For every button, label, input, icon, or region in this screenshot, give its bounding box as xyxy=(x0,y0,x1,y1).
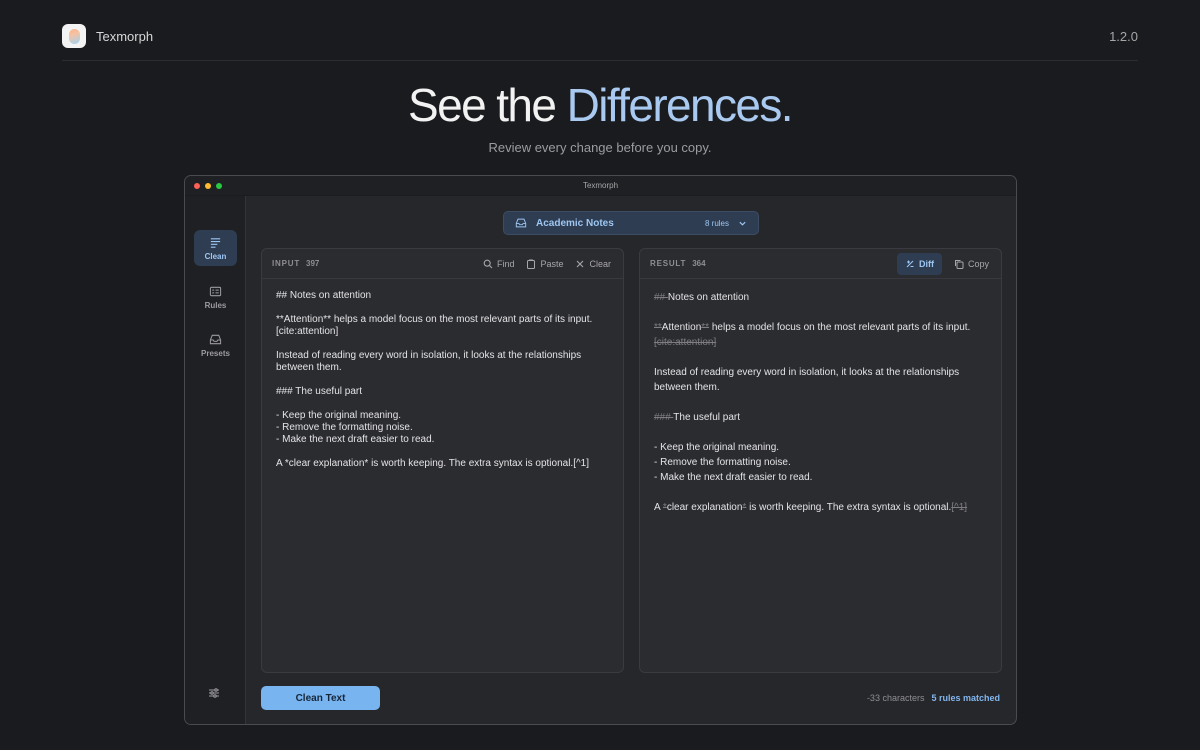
kept-text: Notes on attention xyxy=(667,292,750,303)
clean-text-button[interactable]: Clean Text xyxy=(261,686,380,710)
hero-subtitle: Review every change before you copy. xyxy=(488,140,712,155)
list-card-icon xyxy=(209,286,222,296)
kept-text: A xyxy=(654,502,663,513)
result-line: **Attention** helps a model focus on the… xyxy=(654,320,987,350)
result-line: ### The useful part xyxy=(654,410,987,425)
deleted-text: [^1] xyxy=(951,502,968,513)
deleted-text: ## xyxy=(654,292,668,303)
kept-text: is worth keeping. The extra syntax is op… xyxy=(746,502,952,513)
window-title: Texmorph xyxy=(582,181,619,190)
kept-text: Attention xyxy=(661,322,702,333)
text-lines-icon xyxy=(210,237,221,248)
diff-toggle-button[interactable]: Diff xyxy=(896,252,942,275)
char-diff-count: -33 characters xyxy=(866,693,925,703)
hero-title-accent: Differences. xyxy=(566,79,794,131)
sidebar-item-clean[interactable]: Clean xyxy=(194,230,237,266)
main-content: Academic Notes 8 rules INPUT 397 Find Pa… xyxy=(247,196,1016,724)
input-panel: INPUT 397 Find Paste Clear ## Notes on a… xyxy=(261,248,624,673)
clear-button[interactable]: Clear xyxy=(575,254,611,274)
version-label: 1.2.0 xyxy=(1109,28,1138,44)
input-line: **Attention** helps a model focus on the… xyxy=(276,314,593,337)
input-line: A *clear explanation* is worth keeping. … xyxy=(276,458,590,469)
preset-rule-count: 8 rules xyxy=(704,218,729,228)
copy-icon xyxy=(954,259,964,269)
kept-text: helps a model focus on the most relevant… xyxy=(709,322,971,333)
inbox-icon xyxy=(515,218,527,228)
sidebar: Clean Rules Presets xyxy=(185,196,246,724)
result-line: A *clear explanation* is worth keeping. … xyxy=(654,500,987,515)
app-window: Texmorph Clean Rules Presets Academic No… xyxy=(184,175,1017,725)
result-char-count: 364 xyxy=(692,259,706,268)
result-line: - Keep the original meaning. - Remove th… xyxy=(654,442,813,483)
brand[interactable]: Texmorph xyxy=(62,24,153,48)
rules-matched-link[interactable]: 5 rules matched xyxy=(931,693,1000,703)
find-button[interactable]: Find xyxy=(483,254,515,274)
input-textarea[interactable]: ## Notes on attention **Attention** help… xyxy=(262,279,623,493)
app-logo-icon xyxy=(62,24,86,48)
sidebar-item-label: Rules xyxy=(204,300,227,310)
input-line: - Keep the original meaning. - Remove th… xyxy=(276,410,435,445)
hero-title-plain: See the xyxy=(408,79,567,131)
result-panel-header: RESULT 364 Diff Copy xyxy=(640,249,1001,279)
sidebar-item-label: Presets xyxy=(201,348,230,358)
chevron-down-icon xyxy=(739,221,746,226)
brand-name: Texmorph xyxy=(96,28,154,44)
search-icon xyxy=(483,259,493,268)
hero-title: See the Differences. xyxy=(0,78,1200,132)
top-bar: Texmorph 1.2.0 xyxy=(62,22,1138,61)
copy-button[interactable]: Copy xyxy=(954,254,989,274)
deleted-text: ** xyxy=(654,322,662,333)
result-line: Instead of reading every word in isolati… xyxy=(654,367,962,393)
input-line: ### The useful part xyxy=(276,386,362,397)
result-line: ## Notes on attention xyxy=(654,290,987,305)
sliders-icon[interactable] xyxy=(207,686,221,700)
window-titlebar: Texmorph xyxy=(185,176,1016,196)
result-label: RESULT xyxy=(650,259,687,268)
sidebar-item-label: Clean xyxy=(204,251,227,261)
diff-icon xyxy=(906,260,914,267)
deleted-text: ** xyxy=(701,322,710,333)
diff-label: Diff xyxy=(918,258,934,269)
find-label: Find xyxy=(496,258,515,269)
input-char-count: 397 xyxy=(306,259,320,268)
sidebar-item-rules[interactable]: Rules xyxy=(194,279,237,315)
preset-selector[interactable]: Academic Notes 8 rules xyxy=(503,211,759,235)
sidebar-item-presets[interactable]: Presets xyxy=(194,327,237,363)
inbox-icon xyxy=(209,334,222,344)
input-panel-header: INPUT 397 Find Paste Clear xyxy=(262,249,623,279)
input-line: Instead of reading every word in isolati… xyxy=(276,350,582,373)
close-icon xyxy=(577,260,584,267)
clear-label: Clear xyxy=(589,258,611,269)
kept-text: clear explanation xyxy=(666,502,743,513)
deleted-text: [cite:attention] xyxy=(654,337,717,348)
footer-stats: -33 characters 5 rules matched xyxy=(867,693,1000,703)
result-panel: RESULT 364 Diff Copy ## Notes on attenti… xyxy=(639,248,1002,673)
paste-label: Paste xyxy=(540,258,564,269)
deleted-text: ### xyxy=(654,412,674,423)
kept-text: The useful part xyxy=(673,412,741,423)
paste-button[interactable]: Paste xyxy=(526,254,563,274)
result-output: ## Notes on attention **Attention** help… xyxy=(640,279,1001,541)
input-label: INPUT xyxy=(272,259,300,268)
preset-name: Academic Notes xyxy=(536,217,614,229)
input-line: ## Notes on attention xyxy=(276,290,372,301)
copy-label: Copy xyxy=(967,258,989,269)
clipboard-icon xyxy=(527,259,536,269)
